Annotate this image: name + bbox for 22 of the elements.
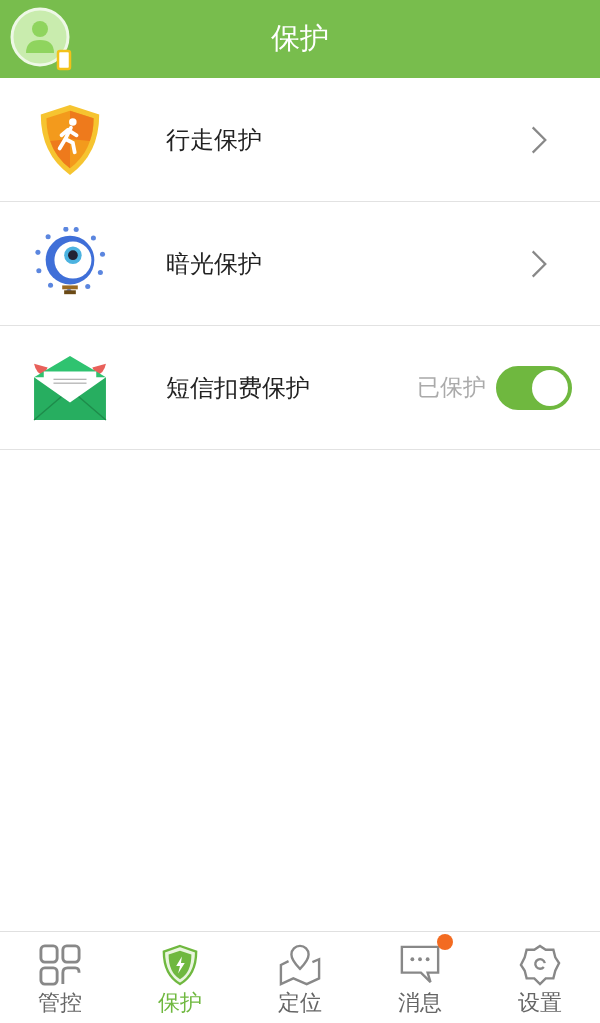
row-label: 暗光保护 [166, 248, 263, 280]
setting-row[interactable]: 短信扣费保护 已保护 [0, 326, 600, 450]
tab[interactable]: 设置 [480, 932, 600, 1023]
page-title: 保护 [271, 20, 329, 57]
setting-row[interactable]: 行走保护 [0, 78, 600, 202]
row-label: 短信扣费保护 [166, 372, 311, 404]
envelope-horns-icon [32, 353, 108, 422]
map-pin-icon [279, 944, 321, 986]
settings-icon [519, 944, 561, 986]
grid-icon [39, 944, 81, 986]
toggle-switch[interactable] [496, 365, 572, 410]
chevron-right-icon [530, 124, 548, 155]
avatar-icon[interactable] [10, 7, 74, 71]
tab[interactable]: 管控 [0, 932, 120, 1023]
chevron-right-icon [530, 248, 548, 279]
tab[interactable]: 定位 [240, 932, 360, 1023]
message-icon [399, 944, 441, 986]
row-label: 行走保护 [166, 124, 263, 156]
status-text: 已保护 [417, 373, 486, 402]
tab[interactable]: 消息 [360, 932, 480, 1023]
shield-bolt-icon [161, 944, 199, 986]
setting-row[interactable]: 暗光保护 [0, 202, 600, 326]
